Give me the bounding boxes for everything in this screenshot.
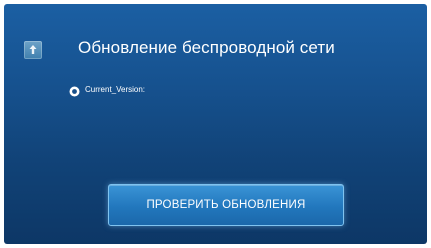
update-screen: Обновление беспроводной сети Current_Ver… — [4, 4, 427, 244]
check-updates-button[interactable]: ПРОВЕРИТЬ ОБНОВЛЕНИЯ — [108, 184, 344, 226]
version-info-icon — [69, 84, 80, 96]
device-frame: Обновление беспроводной сети Current_Ver… — [0, 0, 431, 248]
current-version-label: Current_Version: — [85, 84, 146, 94]
check-updates-button-label: ПРОВЕРИТЬ ОБНОВЛЕНИЯ — [146, 199, 306, 211]
arrow-up-icon — [29, 45, 37, 54]
current-version-row: Current_Version: — [69, 82, 145, 96]
page-title: Обновление беспроводной сети — [78, 38, 335, 57]
network-update-icon — [24, 41, 42, 59]
